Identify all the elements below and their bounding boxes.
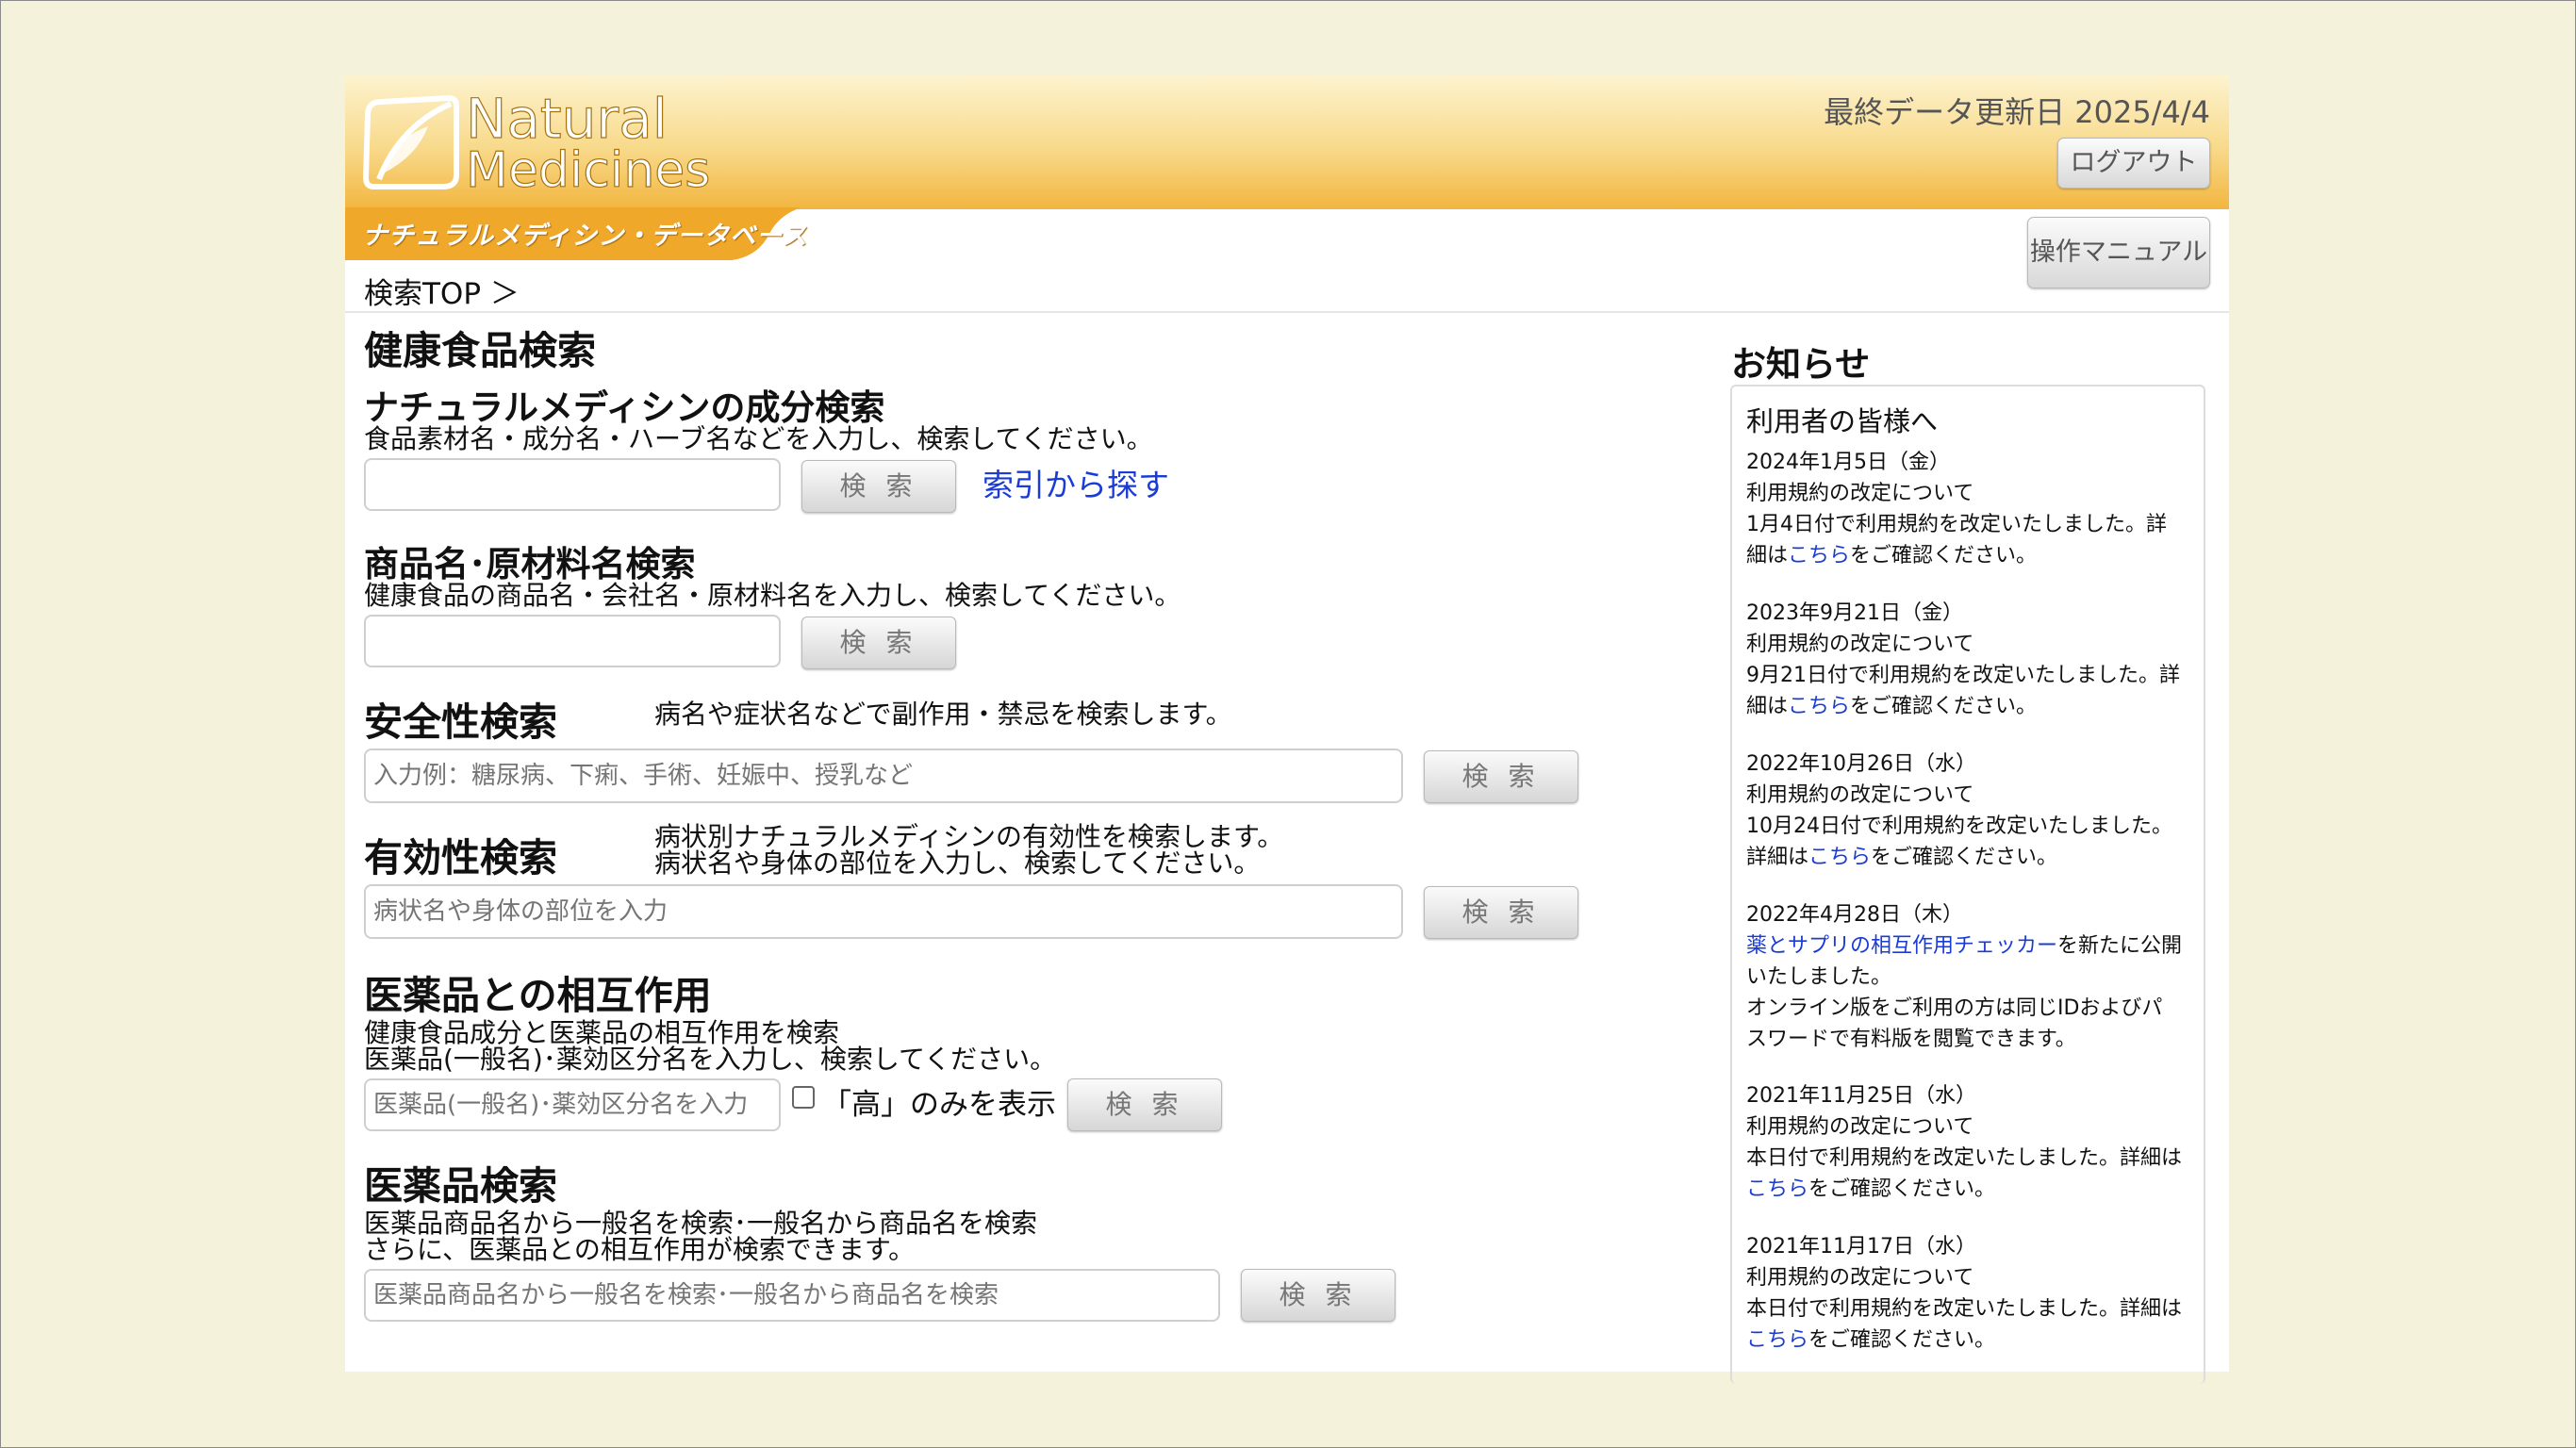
news-line: こちらをご確認ください。 (1746, 1325, 2195, 1356)
news-text: 細は (1746, 695, 1789, 718)
drug-search-button[interactable]: 検 索 (1241, 1269, 1395, 1322)
news-detail-link[interactable]: こちら (1788, 695, 1850, 718)
news-detail-link[interactable]: こちら (1746, 1177, 1808, 1201)
news-heading: 利用者の皆様へ (1746, 405, 1939, 437)
news-line: こちらをご確認ください。 (1746, 1174, 2195, 1205)
ingredient-search-heading: ナチュラルメディシンの成分検索 (364, 387, 885, 428)
high-only-checkbox[interactable] (792, 1086, 815, 1109)
news-date: 2022年4月28日（木） (1746, 903, 1963, 927)
news-detail-link[interactable]: こちら (1808, 846, 1871, 869)
high-only-label[interactable]: 「高」のみを表示 (822, 1080, 1056, 1123)
ingredient-search-input[interactable] (364, 458, 781, 511)
interaction-search-desc-2: 医薬品(一般名)･薬効区分名を入力し、検索してください。 (364, 1044, 1057, 1075)
news-text: 詳細は (1746, 846, 1809, 869)
news-line: 9月21日付で利用規約を改定いたしました。詳 (1746, 664, 2180, 687)
news-text: をご確認ください。 (1808, 1328, 1996, 1352)
news-line: 本日付で利用規約を改定いたしました。詳細は (1746, 1297, 2183, 1321)
index-search-link[interactable]: 索引から探す (983, 460, 1169, 505)
manual-button[interactable]: 操作マニュアル (2027, 217, 2210, 288)
news-line: 利用規約の改定について (1746, 783, 1974, 807)
news-date: 2023年9月21日（金） (1746, 601, 1963, 625)
news-item: 2024年1月5日（金） 利用規約の改定について 1月4日付で利用規約を改定いた… (1746, 447, 2195, 571)
news-line: 薬とサプリの相互作用チェッカーを新たに公開 (1746, 930, 2195, 962)
safety-search-button[interactable]: 検 索 (1424, 750, 1578, 803)
news-text: を新たに公開 (2057, 934, 2183, 958)
news-line: いたしました。 (1746, 965, 1892, 989)
product-search-input[interactable] (364, 615, 781, 667)
news-title: お知らせ (1731, 344, 1871, 385)
product-search-heading: 商品名･原材料名検索 (364, 544, 696, 584)
news-date: 2021年11月25日（水） (1746, 1084, 1976, 1108)
news-detail-link[interactable]: こちら (1746, 1328, 1808, 1352)
interaction-search-button[interactable]: 検 索 (1067, 1078, 1222, 1131)
news-text: をご確認ください。 (1808, 1177, 1996, 1201)
news-line: 細はこちらをご確認ください。 (1746, 540, 2195, 571)
efficacy-search-heading: 有効性検索 (364, 835, 557, 880)
page-title: 健康食品検索 (364, 328, 596, 373)
news-line: 利用規約の改定について (1746, 1115, 1974, 1139)
news-line: 細はこちらをご確認ください。 (1746, 691, 2195, 722)
drug-search-input[interactable] (364, 1269, 1220, 1322)
news-line: 1月4日付で利用規約を改定いたしました。詳 (1746, 513, 2167, 536)
natural-medicines-logo[interactable]: Natural Medicines (362, 89, 739, 194)
main-page: Natural Medicines ナチュラルメディシン・データベース 最終デー… (345, 75, 2229, 1384)
product-search-desc: 健康食品の商品名・会社名・原材料名を入力し、検索してください。 (364, 580, 1181, 611)
safety-search-input[interactable] (364, 749, 1403, 803)
news-line: オンライン版をご利用の方は同じIDおよびパ (1746, 996, 2163, 1020)
news-item: 2021年11月17日（水） 利用規約の改定について 本日付で利用規約を改定いた… (1746, 1231, 2195, 1356)
last-updated: 最終データ更新日 2025/4/4 (1824, 94, 2210, 130)
news-line: 詳細はこちらをご確認ください。 (1746, 842, 2195, 873)
news-date: 2021年11月17日（水） (1746, 1235, 1976, 1259)
news-item: 2023年9月21日（金） 利用規約の改定について 9月21日付で利用規約を改定… (1746, 598, 2195, 722)
logout-button[interactable]: ログアウト (2057, 138, 2210, 189)
news-item: 2022年10月26日（水） 利用規約の改定について 10月24日付で利用規約を… (1746, 749, 2195, 873)
ingredient-search-button[interactable]: 検 索 (801, 460, 956, 513)
news-line: 10月24日付で利用規約を改定いたしました。 (1746, 814, 2172, 838)
safety-search-desc: 病名や症状名などで副作用・禁忌を検索します。 (654, 699, 1232, 730)
efficacy-search-desc-1: 病状別ナチュラルメディシンの有効性を検索します。 (654, 821, 1284, 852)
efficacy-search-input[interactable] (364, 884, 1403, 939)
drug-search-desc-1: 医薬品商品名から一般名を検索･一般名から商品名を検索 (364, 1208, 1038, 1239)
news-line: 利用規約の改定について (1746, 482, 1974, 505)
news-text: をご確認ください。 (1850, 695, 2038, 718)
news-text: をご確認ください。 (1850, 544, 2038, 568)
news-date: 2024年1月5日（金） (1746, 451, 1950, 474)
subtitle-text: ナチュラルメディシン・データベース (362, 222, 808, 251)
news-date: 2022年10月26日（水） (1746, 752, 1976, 776)
interaction-search-desc-1: 健康食品成分と医薬品の相互作用を検索 (364, 1017, 840, 1048)
drug-search-heading: 医薬品検索 (364, 1163, 557, 1209)
drug-search-desc-2: さらに、医薬品との相互作用が検索できます。 (364, 1234, 916, 1265)
product-search-button[interactable]: 検 索 (801, 617, 956, 669)
news-line: 本日付で利用規約を改定いたしました。詳細は (1746, 1146, 2183, 1170)
logo-line2: Medicines (466, 142, 710, 194)
news-text: 細は (1746, 544, 1789, 568)
news-detail-link[interactable]: こちら (1788, 544, 1850, 568)
breadcrumb[interactable]: 検索TOP ＞ (364, 270, 520, 312)
news-text: をご確認ください。 (1871, 846, 2058, 869)
safety-search-heading: 安全性検索 (364, 699, 557, 745)
news-item: 2022年4月28日（木） 薬とサプリの相互作用チェッカーを新たに公開 いたしま… (1746, 899, 2195, 1055)
news-line: 利用規約の改定について (1746, 633, 1974, 656)
interaction-search-heading: 医薬品との相互作用 (364, 973, 712, 1018)
interaction-search-input[interactable] (364, 1078, 781, 1131)
efficacy-search-desc-2: 病状名や身体の部位を入力し、検索してください。 (654, 847, 1261, 879)
ingredient-search-desc: 食品素材名・成分名・ハーブ名などを入力し、検索してください。 (364, 423, 1153, 454)
news-line: 利用規約の改定について (1746, 1266, 1974, 1290)
news-item: 2021年11月25日（水） 利用規約の改定について 本日付で利用規約を改定いた… (1746, 1080, 2195, 1205)
news-line: スワードで有料版を閲覧できます。 (1746, 1028, 2076, 1051)
interaction-checker-link[interactable]: 薬とサプリの相互作用チェッカー (1746, 934, 2057, 958)
divider (345, 311, 2229, 313)
efficacy-search-button[interactable]: 検 索 (1424, 886, 1578, 939)
